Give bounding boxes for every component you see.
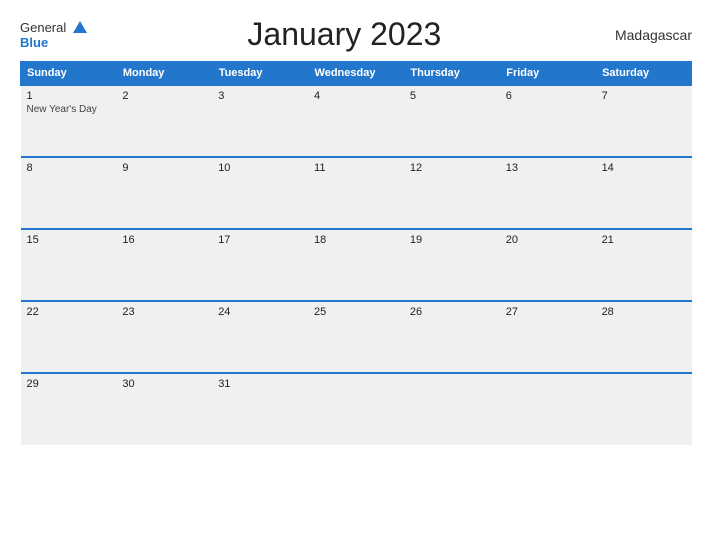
table-row: 26 (404, 301, 500, 373)
table-row: 29 (21, 373, 117, 445)
calendar-header: General Blue January 2023 Madagascar (20, 16, 692, 53)
cell-date: 31 (218, 378, 302, 390)
table-row: 9 (116, 157, 212, 229)
table-row: 11 (308, 157, 404, 229)
cell-date: 27 (506, 306, 590, 318)
table-row: 14 (596, 157, 692, 229)
table-row: 23 (116, 301, 212, 373)
cell-date: 3 (218, 90, 302, 102)
cell-date: 16 (122, 234, 206, 246)
table-row: 24 (212, 301, 308, 373)
calendar-week-row: 89 10 11 12 13 14 (21, 157, 692, 229)
col-friday: Friday (500, 62, 596, 86)
calendar-table: Sunday Monday Tuesday Wednesday Thursday… (20, 61, 692, 445)
table-row: 18 (308, 229, 404, 301)
col-monday: Monday (116, 62, 212, 86)
table-row: 30 (116, 373, 212, 445)
cell-date: 21 (602, 234, 686, 246)
table-row: 19 (404, 229, 500, 301)
table-row: 15 (21, 229, 117, 301)
table-row: 3 (212, 85, 308, 157)
table-row: 12 (404, 157, 500, 229)
cell-date: 23 (122, 306, 206, 318)
table-row (404, 373, 500, 445)
logo-blue-text: Blue (20, 36, 87, 49)
table-row: 28 (596, 301, 692, 373)
table-row: 6 (500, 85, 596, 157)
cell-date: 29 (27, 378, 111, 390)
table-row: 20 (500, 229, 596, 301)
calendar-title: January 2023 (87, 16, 602, 53)
cell-date: 14 (602, 162, 686, 174)
col-saturday: Saturday (596, 62, 692, 86)
cell-date: 9 (122, 162, 206, 174)
country-label: Madagascar (602, 27, 692, 43)
col-tuesday: Tuesday (212, 62, 308, 86)
table-row: 2 (116, 85, 212, 157)
table-row: 10 (212, 157, 308, 229)
logo-triangle-icon (73, 21, 87, 33)
cell-date: 12 (410, 162, 494, 174)
calendar-week-row: 22 23 24 25 26 27 28 (21, 301, 692, 373)
calendar-week-row: 1 New Year's Day 234567 (21, 85, 692, 157)
calendar-header-row: Sunday Monday Tuesday Wednesday Thursday… (21, 62, 692, 86)
cell-date: 1 (27, 90, 111, 102)
cell-date: 4 (314, 90, 398, 102)
cell-date: 18 (314, 234, 398, 246)
cell-date: 6 (506, 90, 590, 102)
table-row: 4 (308, 85, 404, 157)
table-row: 8 (21, 157, 117, 229)
cell-date: 30 (122, 378, 206, 390)
cell-event: New Year's Day (27, 104, 111, 115)
cell-date: 15 (27, 234, 111, 246)
cell-date: 20 (506, 234, 590, 246)
table-row: 1 New Year's Day (21, 85, 117, 157)
cell-date: 10 (218, 162, 302, 174)
table-row (500, 373, 596, 445)
cell-date: 13 (506, 162, 590, 174)
cell-date: 24 (218, 306, 302, 318)
calendar-week-row: 15 16 17 18 19 20 21 (21, 229, 692, 301)
cell-date: 7 (602, 90, 686, 102)
table-row: 22 (21, 301, 117, 373)
logo-general-text: General (20, 20, 66, 35)
cell-date: 26 (410, 306, 494, 318)
table-row: 5 (404, 85, 500, 157)
table-row: 21 (596, 229, 692, 301)
table-row: 13 (500, 157, 596, 229)
cell-date: 17 (218, 234, 302, 246)
logo-general: General (20, 20, 87, 36)
calendar-page: General Blue January 2023 Madagascar Sun… (0, 0, 712, 550)
table-row: 17 (212, 229, 308, 301)
col-wednesday: Wednesday (308, 62, 404, 86)
cell-date: 8 (27, 162, 111, 174)
table-row: 7 (596, 85, 692, 157)
cell-date: 22 (27, 306, 111, 318)
cell-date: 11 (314, 162, 398, 174)
cell-date: 25 (314, 306, 398, 318)
table-row: 25 (308, 301, 404, 373)
logo: General Blue (20, 20, 87, 49)
table-row (596, 373, 692, 445)
cell-date: 19 (410, 234, 494, 246)
col-sunday: Sunday (21, 62, 117, 86)
table-row: 31 (212, 373, 308, 445)
cell-date: 2 (122, 90, 206, 102)
col-thursday: Thursday (404, 62, 500, 86)
cell-date: 28 (602, 306, 686, 318)
table-row: 16 (116, 229, 212, 301)
cell-date: 5 (410, 90, 494, 102)
table-row: 27 (500, 301, 596, 373)
calendar-week-row: 29 30 31 (21, 373, 692, 445)
table-row (308, 373, 404, 445)
